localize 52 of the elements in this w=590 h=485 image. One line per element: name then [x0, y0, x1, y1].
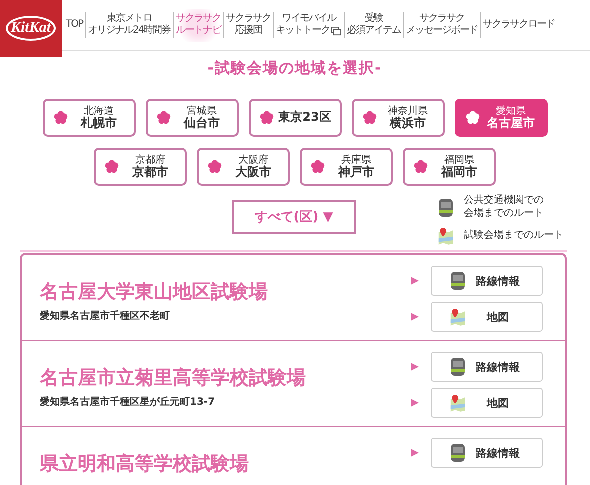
arrow-icon	[411, 313, 419, 321]
map-icon	[450, 393, 466, 413]
region-button[interactable]: 宮城県 仙台市	[146, 99, 238, 137]
venue-address: 愛知県名古屋市千種区星が丘元町13-7	[40, 395, 216, 409]
route-info-button[interactable]: 路線情報	[431, 352, 543, 382]
map-icon	[450, 307, 466, 327]
route-info-button[interactable]: 路線情報	[431, 266, 543, 296]
region-button[interactable]: 大阪府 大阪市	[197, 148, 290, 186]
region-button[interactable]: 北海道 札幌市	[42, 99, 136, 137]
flower-icon	[52, 110, 68, 126]
section-heading: -試験会場の地域を選択-	[206, 59, 384, 78]
train-icon	[450, 357, 466, 377]
map-button[interactable]: 地図	[431, 388, 543, 418]
train-icon	[438, 198, 454, 218]
flower-icon	[310, 159, 326, 175]
legend-label: 公共交通機関での 会場までのルート	[464, 195, 544, 220]
nav-link[interactable]: 東京メトロ オリジナル24時間券	[86, 8, 173, 42]
venue-name: 県立明和高等学校試験場	[40, 452, 250, 477]
venue-name: 名古屋大学東山地区試験場	[40, 280, 269, 305]
flower-icon	[258, 110, 274, 126]
region-button[interactable]: 福岡県 福岡市	[403, 148, 496, 186]
arrow-icon	[411, 277, 419, 285]
kitkat-logo[interactable]: KitKat	[0, 0, 62, 57]
flower-icon	[156, 110, 172, 126]
arrow-icon	[411, 363, 419, 371]
region-button[interactable]: 神奈川県 横浜市	[352, 99, 444, 137]
nav-link[interactable]: ワイモバイル キットトーク	[274, 8, 344, 42]
train-icon	[450, 443, 466, 463]
nav-link[interactable]: サクラサク メッセージボード	[404, 8, 480, 42]
venue-address: 愛知県名古屋市千種区不老町	[40, 309, 171, 323]
train-icon	[450, 271, 466, 291]
nav-link[interactable]: サクラサク 応援団	[224, 8, 273, 42]
flower-icon	[104, 159, 120, 175]
map-icon	[438, 226, 454, 246]
nav-link[interactable]: 受験 必須アイテム	[344, 8, 403, 42]
route-info-button[interactable]: 路線情報	[431, 438, 543, 468]
region-button[interactable]: 東京23区	[248, 99, 342, 137]
region-button[interactable]: 兵庫県 神戸市	[300, 148, 393, 186]
venue-name: 名古屋市立菊里高等学校試験場	[40, 366, 307, 391]
map-button[interactable]: 地図	[431, 302, 543, 332]
nav-link[interactable]: TOP	[64, 14, 86, 36]
arrow-icon	[411, 449, 419, 457]
region-button[interactable]: 京都府 京都市	[94, 148, 187, 186]
region-button[interactable]: 愛知県 名古屋市	[454, 99, 548, 137]
flower-icon	[362, 110, 378, 126]
legend-label: 試験会場までのルート	[464, 230, 564, 242]
nav-link[interactable]: サクラサクロード	[480, 14, 557, 36]
arrow-icon	[411, 399, 419, 407]
flower-icon	[464, 110, 480, 126]
area-filter-dropdown[interactable]: すべて(区) ▼	[232, 200, 356, 234]
flower-icon	[413, 159, 429, 175]
flower-icon	[207, 159, 223, 175]
